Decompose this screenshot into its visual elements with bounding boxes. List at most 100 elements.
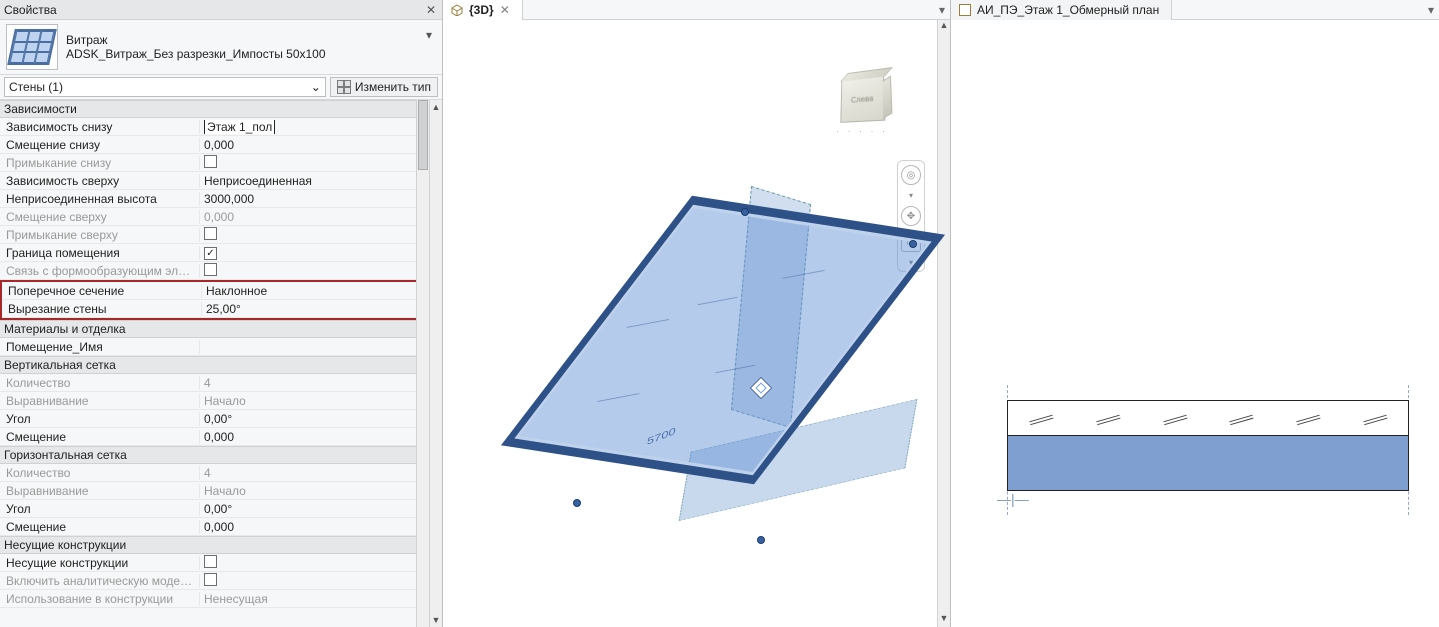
property-value[interactable]: 0,00° [200, 412, 429, 426]
property-row[interactable]: Смещение снизу0,000 [0, 136, 429, 154]
property-value[interactable] [200, 227, 429, 243]
viewcube-face[interactable]: Слева [840, 75, 885, 123]
checkbox[interactable] [204, 555, 217, 568]
property-group-header[interactable]: Несущие конструкции⌃ [0, 536, 429, 554]
property-group-label: Горизонтальная сетка [4, 448, 127, 462]
property-row[interactable]: Смещение сверху0,000 [0, 208, 429, 226]
property-value[interactable]: Начало [200, 484, 429, 498]
property-label: Зависимость снизу [0, 120, 200, 134]
property-label: Количество [0, 376, 200, 390]
property-row[interactable]: Помещение_Имя [0, 338, 429, 356]
property-row[interactable]: Связь с формообразующим эл… [0, 262, 429, 280]
view-3d-scrollbar[interactable]: ▲ ▼ [937, 20, 950, 627]
checkbox [204, 155, 217, 168]
property-row[interactable]: Граница помещения✓ [0, 244, 429, 262]
edit-type-button[interactable]: Изменить тип [330, 77, 438, 97]
property-group-header[interactable]: Материалы и отделка⌃ [0, 320, 429, 338]
property-label: Выравнивание [0, 484, 200, 498]
scroll-up-icon[interactable]: ▲ [430, 100, 442, 114]
property-row[interactable]: Зависимость сверхуНеприсоединенная [0, 172, 429, 190]
edit-type-label: Изменить тип [355, 80, 431, 94]
tab-plan-label: АИ_ПЭ_Этаж 1_Обмерный план [977, 3, 1159, 17]
property-label: Смещение [0, 430, 200, 444]
property-value[interactable]: Наклонное [202, 284, 415, 298]
property-value[interactable] [200, 555, 429, 571]
property-value[interactable]: 0,000 [200, 520, 429, 534]
property-row[interactable]: Примыкание снизу [0, 154, 429, 172]
close-icon[interactable]: ✕ [424, 3, 438, 17]
tab-plan[interactable]: АИ_ПЭ_Этаж 1_Обмерный план [951, 0, 1172, 20]
checkbox [204, 227, 217, 240]
property-value[interactable]: 0,00° [200, 502, 429, 516]
property-row[interactable]: Неприсоединенная высота3000,000 [0, 190, 429, 208]
property-row[interactable]: Вырезание стены25,00° [2, 300, 427, 318]
property-value[interactable]: Ненесущая [200, 592, 429, 606]
property-value[interactable]: 4 [200, 376, 429, 390]
property-value[interactable]: 25,00° [202, 302, 415, 316]
cube-icon [451, 4, 463, 16]
property-value[interactable]: ✓ [200, 245, 429, 260]
wall-section-top [1007, 400, 1409, 436]
checkbox[interactable]: ✓ [204, 247, 217, 260]
property-row[interactable]: Зависимость снизу Этаж 1_пол [0, 118, 429, 136]
property-row[interactable]: Примыкание сверху [0, 226, 429, 244]
property-row[interactable]: Смещение0,000 [0, 518, 429, 536]
property-value[interactable]: 4 [200, 466, 429, 480]
scrollbar-thumb[interactable] [418, 100, 428, 170]
property-group-header[interactable]: Горизонтальная сетка⌃ [0, 446, 429, 464]
filter-select[interactable]: Стены (1) ⌄ [4, 77, 326, 97]
property-row[interactable]: Количество4 [0, 464, 429, 482]
property-value[interactable]: 0,000 [200, 210, 429, 224]
vertex-point[interactable] [573, 499, 581, 507]
property-row[interactable]: Смещение0,000 [0, 428, 429, 446]
property-label: Примыкание сверху [0, 228, 200, 242]
vertex-point[interactable] [741, 208, 749, 216]
property-group-header[interactable]: Зависимости⌃ [0, 100, 429, 118]
property-row[interactable]: ВыравниваниеНачало [0, 482, 429, 500]
type-selector[interactable]: Витраж ADSK_Витраж_Без разрезки_Импосты … [0, 20, 442, 75]
vertex-point[interactable] [909, 240, 917, 248]
plan-canvas[interactable]: —|— [951, 20, 1439, 627]
3d-canvas[interactable]: Слева · · · · · ◎ ▾ ✥ ▭ ▾ 5700 [443, 20, 937, 627]
property-value[interactable]: Этаж 1_пол [200, 120, 429, 134]
vertex-point[interactable] [757, 536, 765, 544]
viewcube[interactable]: Слева · · · · · [827, 70, 897, 140]
property-row[interactable]: Включить аналитическую моде… [0, 572, 429, 590]
property-row[interactable]: Поперечное сечениеНаклонное [2, 282, 427, 300]
property-value[interactable]: Начало [200, 394, 429, 408]
property-row[interactable]: Несущие конструкции [0, 554, 429, 572]
property-row[interactable]: Использование в конструкцииНенесущая [0, 590, 429, 608]
property-value[interactable]: 0,000 [200, 138, 429, 152]
scroll-up-icon[interactable]: ▲ [938, 20, 950, 34]
dimension-text: 5700 [647, 426, 677, 448]
wall-section-bottom [1007, 436, 1409, 491]
property-value[interactable]: 0,000 [200, 430, 429, 444]
property-value[interactable]: Неприсоединенная [200, 174, 429, 188]
dimension-tick-icon: —|— [997, 491, 1029, 507]
property-group-header[interactable]: Вертикальная сетка⌃ [0, 356, 429, 374]
property-label: Смещение сверху [0, 210, 200, 224]
tabbar-menu-icon[interactable]: ▾ [1423, 3, 1439, 17]
property-row[interactable]: Угол0,00° [0, 500, 429, 518]
property-value[interactable]: 3000,000 [200, 192, 429, 206]
inner-scrollbar[interactable] [416, 100, 429, 627]
property-row[interactable]: Количество4 [0, 374, 429, 392]
property-row[interactable]: Угол0,00° [0, 410, 429, 428]
close-icon[interactable]: ✕ [500, 3, 510, 17]
outer-scrollbar[interactable]: ▲ ▼ [429, 100, 442, 627]
property-group-label: Несущие конструкции [4, 538, 126, 552]
property-input[interactable]: Этаж 1_пол [204, 120, 275, 134]
tab-3d[interactable]: {3D} ✕ [443, 0, 523, 20]
scroll-down-icon[interactable]: ▼ [938, 613, 950, 627]
property-value[interactable] [200, 573, 429, 589]
property-value[interactable] [200, 263, 429, 279]
tabbar-menu-icon[interactable]: ▾ [934, 3, 950, 17]
property-label: Несущие конструкции [0, 556, 200, 570]
property-row[interactable]: ВыравниваниеНачало [0, 392, 429, 410]
type-text: Витраж ADSK_Витраж_Без разрезки_Импосты … [66, 33, 414, 61]
properties-titlebar: Свойства ✕ [0, 0, 442, 20]
scroll-down-icon[interactable]: ▼ [430, 613, 442, 627]
property-value[interactable] [200, 155, 429, 171]
family-name: Витраж [66, 33, 414, 47]
chevron-down-icon[interactable]: ▾ [422, 28, 436, 42]
